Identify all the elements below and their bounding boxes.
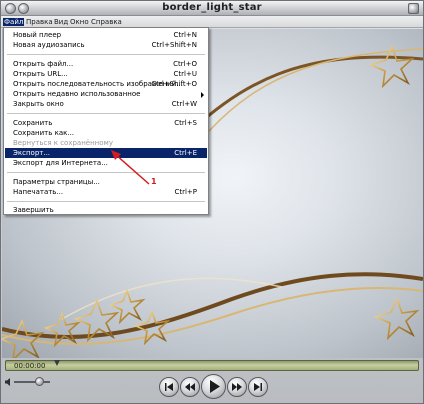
play-icon [210, 380, 220, 393]
menu-file[interactable]: Файл [3, 18, 25, 26]
menu-view[interactable]: Вид [53, 18, 69, 26]
control-bar [1, 373, 423, 404]
menu-item-shortcut: Ctrl+W [171, 100, 197, 108]
time-display: 00:00:00 [14, 362, 46, 370]
menu-item-shortcut: Ctrl+U [173, 70, 197, 78]
menu-item-label: Сохранить как... [13, 129, 75, 137]
menu-item-label: Открыть файл... [13, 60, 74, 68]
go-to-start-button[interactable] [159, 377, 179, 397]
fast-forward-icon [232, 383, 242, 391]
menu-item-label: Новый плеер [13, 31, 62, 39]
skip-forward-icon [254, 383, 262, 391]
menu-item-label: Сохранить [13, 119, 53, 127]
rewind-icon [185, 383, 195, 391]
submenu-arrow-icon [201, 92, 204, 98]
menu-item-label: Закрыть окно [13, 100, 64, 108]
menu-window[interactable]: Окно [69, 18, 90, 26]
menu-item-label: Напечатать... [13, 188, 64, 196]
menu-item-label: Завершить [13, 206, 54, 214]
resize-window-button[interactable] [408, 3, 419, 14]
menu-item-label: Вернуться к сохранённому [13, 139, 113, 147]
menu-item-shortcut: Ctrl+N [173, 31, 197, 39]
menu-help[interactable]: Справка [90, 18, 123, 26]
go-to-end-button[interactable] [248, 377, 268, 397]
volume-slider-knob[interactable] [35, 377, 44, 386]
annotation-label: 1 [151, 177, 157, 186]
player-window: border_light_star Файл Правка Вид Окно С… [0, 0, 424, 404]
menu-item-open-recent[interactable]: Открыть недавно использованное [5, 89, 207, 99]
menu-item-label: Открыть недавно использованное [13, 90, 141, 98]
seek-bar[interactable]: 00:00:00 [5, 360, 419, 371]
volume-icon[interactable] [4, 377, 14, 387]
menu-item-label: Параметры страницы... [13, 178, 100, 186]
menu-item-label: Открыть URL... [13, 70, 68, 78]
menu-item-shortcut: Ctrl+S [174, 119, 197, 127]
menu-edit[interactable]: Правка [25, 18, 54, 26]
menu-item-label: Экспорт для Интернета... [13, 159, 108, 167]
rewind-button[interactable] [180, 377, 200, 397]
fast-forward-button[interactable] [227, 377, 247, 397]
title-bar[interactable]: border_light_star [1, 1, 423, 16]
menu-item-shortcut: Ctrl+Shift+N [151, 41, 197, 49]
menu-item-open-url[interactable]: Открыть URL... Ctrl+U [5, 69, 207, 79]
menu-item-shortcut: Ctrl+O [173, 60, 197, 68]
menu-item-shortcut: Ctrl+P [174, 188, 197, 196]
menu-item-new-player[interactable]: Новый плеер Ctrl+N [5, 30, 207, 40]
menu-item-save[interactable]: Сохранить Ctrl+S [5, 118, 207, 128]
skip-back-icon [165, 383, 173, 391]
play-button[interactable] [201, 374, 226, 399]
playhead-icon[interactable] [54, 360, 60, 366]
menu-item-close-window[interactable]: Закрыть окно Ctrl+W [5, 99, 207, 109]
menu-item-label: Экспорт... [13, 149, 51, 157]
menu-item-quit[interactable]: Завершить [5, 205, 207, 215]
menu-item-shortcut: Ctrl+Shift+O [151, 80, 197, 88]
window-title: border_light_star [162, 2, 262, 13]
menu-item-open-file[interactable]: Открыть файл... Ctrl+O [5, 59, 207, 69]
menu-separator [7, 54, 205, 55]
menu-item-new-audio[interactable]: Новая аудиозапись Ctrl+Shift+N [5, 40, 207, 50]
menu-separator [7, 201, 205, 202]
volume-slider-track[interactable] [14, 381, 50, 383]
menu-item-open-image-sequence[interactable]: Открыть последовательность изображений..… [5, 79, 207, 89]
menu-separator [7, 113, 205, 114]
menu-item-shortcut: Ctrl+E [174, 149, 197, 157]
menu-item-label: Новая аудиозапись [13, 41, 85, 49]
menu-item-save-as[interactable]: Сохранить как... [5, 128, 207, 138]
